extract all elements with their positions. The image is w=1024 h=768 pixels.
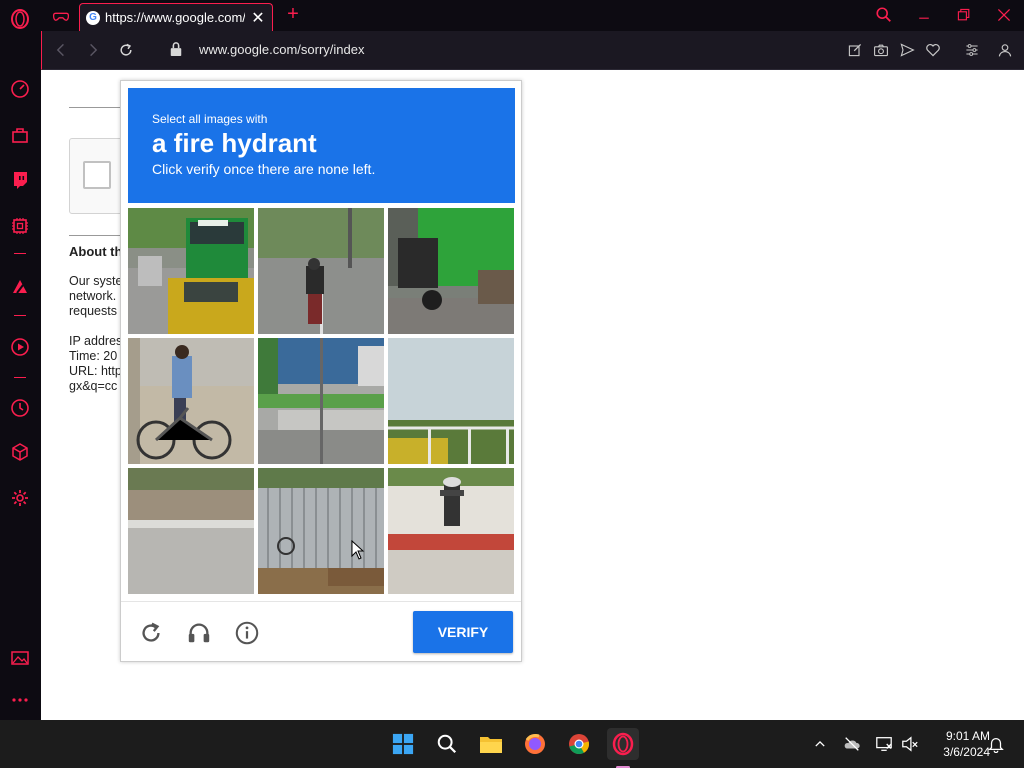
- tab-close-icon[interactable]: ✕: [251, 8, 265, 28]
- image-tile[interactable]: [388, 208, 514, 334]
- sidebar-divider: [14, 377, 26, 378]
- twitch-icon[interactable]: [9, 169, 31, 191]
- windows-taskbar: 9:01 AM 3/6/2024: [0, 720, 1024, 768]
- volume-muted-icon[interactable]: [900, 734, 920, 754]
- history-icon[interactable]: [9, 397, 31, 419]
- opera-gx-taskbar-icon[interactable]: [607, 728, 639, 768]
- profile-icon[interactable]: [995, 40, 1015, 60]
- page-text-line: requests: [69, 304, 117, 318]
- image-tile[interactable]: [128, 338, 254, 464]
- notification-bell-icon[interactable]: [986, 734, 1006, 754]
- page-text-line: gx&q=cc: [69, 379, 118, 393]
- info-icon[interactable]: [233, 619, 261, 647]
- send-icon[interactable]: [897, 40, 917, 60]
- instruction-small: Select all images with: [152, 112, 268, 126]
- minimize-button[interactable]: [912, 4, 936, 26]
- image-tile[interactable]: [128, 468, 254, 594]
- page-text-line: URL: http: [69, 364, 122, 378]
- footer-divider: [121, 601, 521, 602]
- hardware-limiter-icon[interactable]: [9, 215, 31, 237]
- onedrive-icon[interactable]: [842, 734, 862, 754]
- tab-google-sorry[interactable]: G https://www.google.com/sorry ✕: [79, 3, 273, 31]
- gx-corner-icon[interactable]: [9, 124, 31, 146]
- easy-setup-icon[interactable]: [962, 40, 982, 60]
- about-heading: About th: [69, 244, 123, 259]
- search-icon[interactable]: [431, 728, 463, 760]
- image-tile[interactable]: [128, 208, 254, 334]
- new-tab-button[interactable]: +: [283, 3, 303, 26]
- forward-button[interactable]: [82, 39, 104, 61]
- tab-bar: G https://www.google.com/sorry ✕ +: [41, 0, 1024, 31]
- chrome-icon[interactable]: [563, 728, 595, 760]
- instruction-sub: Click verify once there are none left.: [152, 161, 376, 177]
- edit-icon[interactable]: [845, 40, 865, 60]
- image-grid: [128, 208, 515, 595]
- page-text-line: Time: 20: [69, 349, 118, 363]
- image-tile[interactable]: [258, 468, 384, 594]
- page-text-line: network.: [69, 289, 117, 303]
- reload-button[interactable]: [115, 39, 137, 61]
- heart-icon[interactable]: [923, 40, 943, 60]
- google-favicon-icon: G: [86, 10, 100, 25]
- image-tile[interactable]: [388, 338, 514, 464]
- close-window-button[interactable]: [992, 4, 1016, 26]
- image-tile[interactable]: [258, 208, 384, 334]
- recaptcha-challenge: Select all images with a fire hydrant Cl…: [120, 80, 522, 662]
- settings-icon[interactable]: [9, 487, 31, 509]
- network-icon[interactable]: [874, 734, 894, 754]
- back-button[interactable]: [50, 39, 72, 61]
- chevron-up-icon[interactable]: [810, 734, 830, 754]
- aria-icon[interactable]: [9, 275, 31, 297]
- wallpaper-icon[interactable]: [9, 647, 31, 669]
- page-text-line: IP addres: [69, 334, 123, 348]
- target-object: a fire hydrant: [152, 128, 317, 158]
- camera-icon[interactable]: [871, 40, 891, 60]
- verify-button[interactable]: VERIFY: [413, 611, 513, 653]
- url-field[interactable]: www.google.com/sorry/index: [199, 42, 364, 57]
- tab-title: https://www.google.com/sorry: [105, 10, 245, 25]
- speed-control-icon[interactable]: [9, 78, 31, 100]
- opera-sidebar: [0, 0, 41, 720]
- challenge-header: Select all images with a fire hydrant Cl…: [128, 88, 515, 203]
- audio-challenge-icon[interactable]: [185, 619, 213, 647]
- sidebar-divider: [14, 253, 26, 254]
- gamepad-icon[interactable]: [49, 4, 73, 28]
- reload-challenge-icon[interactable]: [137, 619, 165, 647]
- clock-time: 9:01 AM: [945, 729, 990, 743]
- extensions-icon[interactable]: [9, 441, 31, 463]
- opera-logo-icon[interactable]: [9, 8, 31, 30]
- page-text-line: Our syste: [69, 274, 123, 288]
- windows-start-icon[interactable]: [387, 728, 419, 760]
- search-tabs-icon[interactable]: [872, 4, 896, 26]
- system-clock[interactable]: 9:01 AM 3/6/2024: [924, 728, 990, 760]
- image-tile[interactable]: [258, 338, 384, 464]
- lock-icon[interactable]: [169, 41, 185, 59]
- address-bar: www.google.com/sorry/index: [41, 31, 1024, 70]
- sidebar-divider: [14, 315, 26, 316]
- restore-button[interactable]: [952, 4, 976, 26]
- image-tile[interactable]: [388, 468, 514, 594]
- player-icon[interactable]: [9, 336, 31, 358]
- mouse-cursor-icon: [351, 539, 365, 560]
- file-explorer-icon[interactable]: [475, 728, 507, 760]
- clock-date: 3/6/2024: [943, 745, 990, 759]
- firefox-icon[interactable]: [519, 728, 551, 760]
- more-icon[interactable]: [9, 689, 31, 711]
- recaptcha-checkbox[interactable]: [83, 161, 111, 189]
